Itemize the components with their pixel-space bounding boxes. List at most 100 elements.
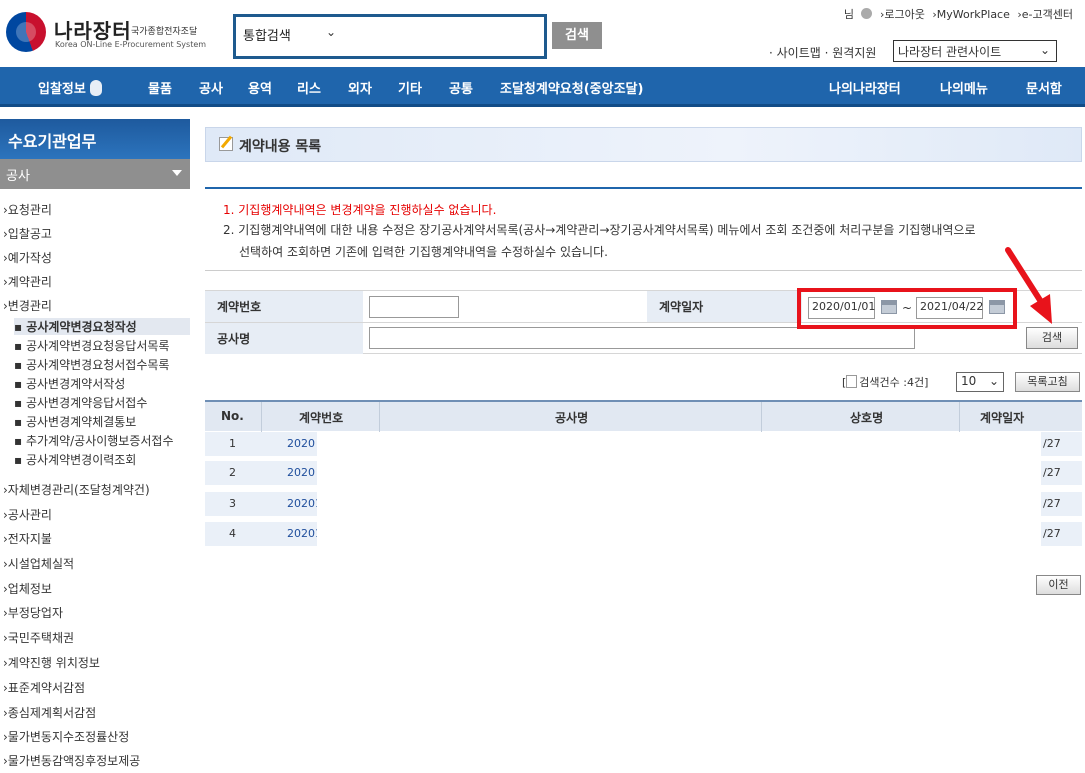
search-button[interactable]: 검색 bbox=[552, 22, 602, 49]
redacted-area bbox=[317, 432, 1041, 456]
column-divider bbox=[379, 402, 380, 433]
contract-number-link[interactable]: 2020 bbox=[287, 466, 315, 479]
column-divider bbox=[261, 402, 262, 433]
prev-button[interactable]: 이전 bbox=[1036, 575, 1081, 595]
redacted-area bbox=[317, 522, 1041, 546]
sidebar-sub-change-receipt-list[interactable]: ▪ 공사계약변경요청서접수목록 bbox=[14, 356, 169, 373]
nav-my-menu[interactable]: 나의메뉴 bbox=[940, 78, 988, 97]
table-header: No. 계약번호 공사명 상호명 계약일자 bbox=[205, 400, 1082, 433]
table-row[interactable]: 1 2020 /27 bbox=[205, 432, 1082, 456]
search-box[interactable]: 통합검색 ⌄ bbox=[233, 14, 547, 59]
main-nav: 입찰정보 물품 공사 용역 리스 외자 기타 공통 조달청계약요청(중앙조달) … bbox=[0, 67, 1085, 107]
document-icon bbox=[846, 375, 858, 388]
contract-no-label: 계약번호 bbox=[205, 291, 363, 322]
page-title: 계약내용 목록 bbox=[239, 139, 322, 155]
nav-inbox[interactable]: 문서함 bbox=[1026, 78, 1062, 97]
memo-icon bbox=[219, 137, 233, 151]
sidebar-item-request[interactable]: ›요청관리 bbox=[3, 201, 52, 218]
customer-center-link[interactable]: ›e-고객센터 bbox=[1017, 8, 1073, 21]
row-number: 1 bbox=[229, 437, 236, 450]
contract-date: /27 bbox=[1043, 527, 1061, 540]
sidebar-item-facility-record[interactable]: ›시설업체실적 bbox=[3, 555, 74, 572]
sidebar-sub-change-history[interactable]: ▪ 공사계약변경이력조회 bbox=[14, 451, 136, 468]
sidebar-item-self-change[interactable]: ›자체변경관리(조달청계약건) bbox=[3, 481, 150, 498]
sidebar-sub-change-contract-write[interactable]: ▪ 공사변경계약서작성 bbox=[14, 375, 125, 392]
refresh-list-button[interactable]: 목록고침 bbox=[1015, 372, 1080, 392]
sidebar-item-company-info[interactable]: ›업체정보 bbox=[3, 580, 52, 597]
sidebar-item-change[interactable]: ›변경관리 bbox=[3, 297, 52, 314]
sidebar-item-standard-deduct[interactable]: ›표준계약서감점 bbox=[3, 679, 85, 696]
contract-date-label: 계약일자 bbox=[647, 291, 802, 322]
sidebar-item-price-decrease[interactable]: ›물가변동감액징후정보제공 bbox=[3, 752, 140, 769]
sidebar-sub-change-request-write[interactable]: ▪ 공사계약변경요청작성 bbox=[14, 318, 190, 335]
logo-emblem[interactable] bbox=[6, 12, 46, 52]
result-count: [검색건수 :4건] bbox=[842, 374, 928, 390]
nav-construction[interactable]: 공사 bbox=[199, 78, 223, 97]
page-size-select[interactable]: 10 ⌄ bbox=[956, 372, 1004, 392]
page-title-bar: 계약내용 목록 bbox=[205, 127, 1082, 162]
sidebar-item-housing-bond[interactable]: ›국민주택채권 bbox=[3, 629, 74, 646]
sidebar-item-e-payment[interactable]: ›전자지불 bbox=[3, 530, 52, 547]
contract-no-input[interactable] bbox=[369, 296, 459, 318]
nav-my-narajangteo[interactable]: 나의나라장터 bbox=[829, 78, 901, 97]
row-number: 2 bbox=[229, 466, 236, 479]
contract-number-link[interactable]: 2020 bbox=[287, 437, 315, 450]
sidebar-item-plan-deduct[interactable]: ›종심제계획서감점 bbox=[3, 704, 96, 721]
page-size-value: 10 bbox=[961, 374, 977, 388]
redacted-area bbox=[317, 461, 1041, 485]
logo-english: Korea ON-Line E-Procurement System bbox=[55, 40, 207, 49]
project-name-input[interactable] bbox=[369, 327, 915, 349]
result-count-text: 검색건수 :4건] bbox=[859, 376, 929, 389]
triangle-down-icon bbox=[172, 170, 182, 176]
sidebar-title: 수요기관업무 bbox=[0, 119, 190, 159]
table-row[interactable]: 2 2020 /27 bbox=[205, 461, 1082, 485]
logout-link[interactable]: ›로그아웃 bbox=[880, 8, 925, 21]
nav-contract-request[interactable]: 조달청계약요청(중앙조달) bbox=[500, 78, 643, 97]
sidebar-sub-change-contract-receipt[interactable]: ▪ 공사변경계약응답서접수 bbox=[14, 394, 147, 411]
search-type-select[interactable]: 통합검색 bbox=[243, 25, 291, 44]
column-divider bbox=[761, 402, 762, 433]
nav-bid-info[interactable]: 입찰정보 bbox=[38, 78, 102, 97]
mouse-icon bbox=[89, 80, 102, 96]
nav-other[interactable]: 기타 bbox=[398, 78, 422, 97]
col-no: No. bbox=[221, 409, 244, 423]
sidebar-item-contract[interactable]: ›계약관리 bbox=[3, 273, 52, 290]
sidebar-item-unfair-business[interactable]: ›부정당업자 bbox=[3, 604, 63, 621]
contract-date: /27 bbox=[1043, 437, 1061, 450]
user-suffix: 님 bbox=[843, 8, 854, 21]
myworkplace-link[interactable]: ›MyWorkPlace bbox=[932, 8, 1010, 21]
contract-date: /27 bbox=[1043, 497, 1061, 510]
nav-foreign[interactable]: 외자 bbox=[348, 78, 372, 97]
notice-box: 1. 기집행계약내역은 변경계약을 진행하실수 없습니다. 2. 기집행계약내역… bbox=[205, 187, 1082, 271]
sidebar-item-price-index[interactable]: ›물가변동지수조정률산정 bbox=[3, 728, 129, 745]
sidebar-item-contract-location[interactable]: ›계약진행 위치정보 bbox=[3, 654, 100, 671]
gear-icon[interactable] bbox=[861, 8, 873, 19]
sidebar-item-bid-notice[interactable]: ›입찰공고 bbox=[3, 225, 52, 242]
nav-service[interactable]: 용역 bbox=[248, 78, 272, 97]
related-sites-select[interactable]: 나라장터 관련사이트 ⌄ bbox=[893, 40, 1057, 62]
nav-goods[interactable]: 물품 bbox=[148, 78, 172, 97]
chevron-down-icon: ⌄ bbox=[326, 25, 337, 39]
sitemap-links[interactable]: · 사이트맵 · 원격지원 bbox=[769, 44, 876, 61]
sidebar-item-construction-mgmt[interactable]: ›공사관리 bbox=[3, 506, 52, 523]
col-company-name: 상호명 bbox=[850, 411, 884, 425]
sidebar-sub-additional-contract[interactable]: ▪ 추가계약/공사이행보증서접수 bbox=[14, 432, 174, 449]
nav-lease[interactable]: 리스 bbox=[297, 78, 321, 97]
notice-line-2: 2. 기집행계약내역에 대한 내용 수정은 장기공사계약서목록(공사→계약관리→… bbox=[223, 223, 976, 237]
sidebar-sub-change-response-list[interactable]: ▪ 공사계약변경요청응답서목록 bbox=[14, 337, 169, 354]
sidebar-item-price[interactable]: ›예가작성 bbox=[3, 249, 52, 266]
table-row[interactable]: 3 20201 /27 bbox=[205, 492, 1082, 516]
row-number: 4 bbox=[229, 527, 236, 540]
redacted-area bbox=[317, 492, 1041, 516]
nav-common[interactable]: 공통 bbox=[449, 78, 473, 97]
sidebar-section-construction[interactable]: 공사 bbox=[0, 159, 190, 189]
sidebar-sub-change-contract-notify[interactable]: ▪ 공사변경계약체결통보 bbox=[14, 413, 136, 430]
col-project-name: 공사명 bbox=[555, 411, 589, 425]
table-row[interactable]: 4 20201 /27 bbox=[205, 522, 1082, 546]
chevron-down-icon: ⌄ bbox=[1039, 43, 1050, 57]
notice-line-1: 1. 기집행계약내역은 변경계약을 진행하실수 없습니다. bbox=[223, 203, 497, 217]
row-number: 3 bbox=[229, 497, 236, 510]
col-contract-no: 계약번호 bbox=[299, 411, 344, 425]
sidebar-section-label: 공사 bbox=[6, 169, 30, 184]
form-search-button[interactable]: 검색 bbox=[1026, 327, 1078, 349]
